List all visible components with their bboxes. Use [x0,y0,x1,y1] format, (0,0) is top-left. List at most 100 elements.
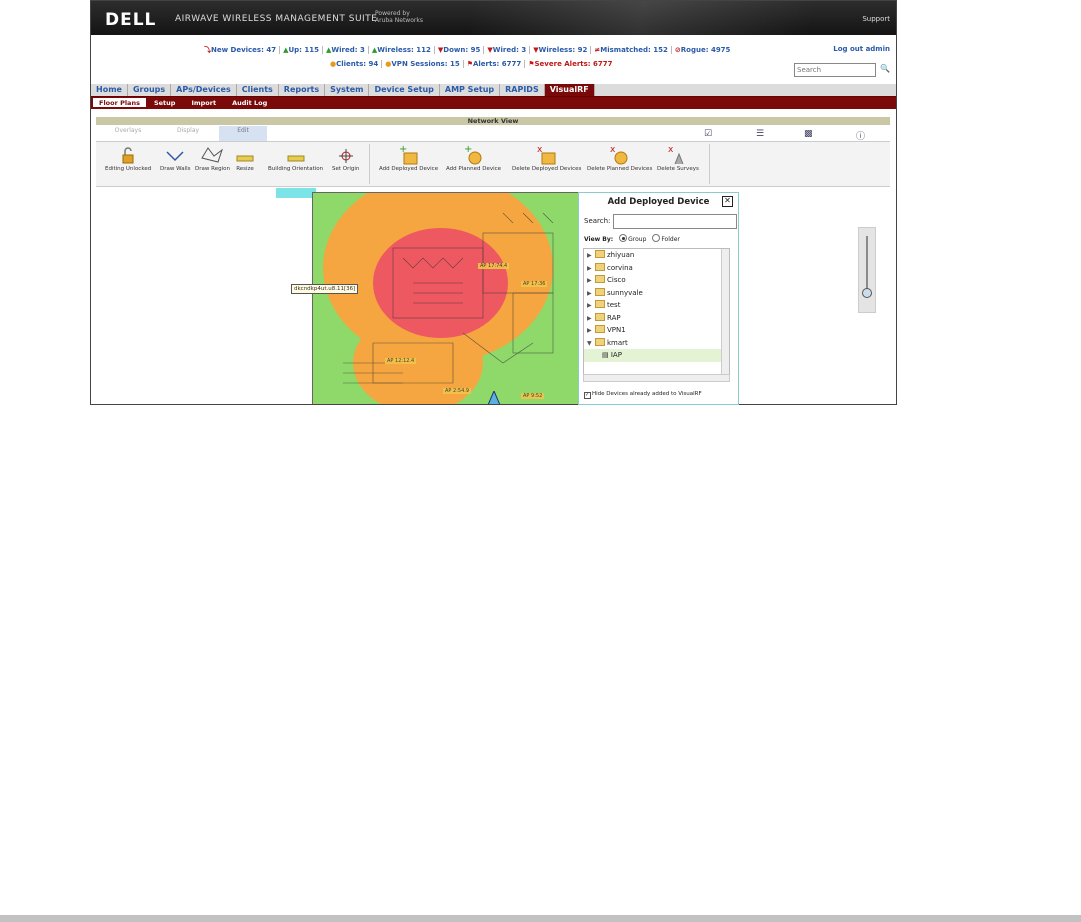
stat-new-devices[interactable]: ⤵New Devices: 47 [201,46,281,54]
tree-horizontal-scrollbar[interactable] [583,374,730,382]
tab-visualrf[interactable]: VisualRF [544,84,595,96]
refresh-icon[interactable]: ☑ [704,129,712,139]
stat-clients[interactable]: ●Clients: 94 [327,60,383,68]
resize-button[interactable]: Resize [236,144,254,172]
tree-item-iap[interactable]: ▤ IAP [584,349,729,362]
stat-up[interactable]: ▲Up: 115 [280,46,324,54]
group-radio[interactable] [619,234,628,242]
stat-up-wireless[interactable]: ▲Wireless: 112 [368,46,435,54]
floor-plan-canvas[interactable]: AP 17:74.4 AP 17:36 AP 12:12.4 AP 2:54.9… [96,187,890,404]
tool-label: Resize [236,166,254,172]
global-search-input[interactable] [794,63,876,77]
svg-text:x: x [668,145,674,155]
tab-overlays[interactable]: Overlays [104,126,152,141]
dialog-search-input[interactable] [613,214,737,229]
expand-arrow-icon[interactable]: ▶ [587,300,593,313]
zoom-handle[interactable] [862,288,872,298]
help-icon[interactable]: ⓘ [856,129,865,142]
folder-radio[interactable] [652,234,661,242]
stat-down[interactable]: ▼Down: 95 [434,46,485,54]
ap-label[interactable]: AP 2:54.9 [443,388,472,394]
delete-surveys-button[interactable]: x Delete Surveys [657,144,699,172]
support-link[interactable]: Support [862,15,890,23]
tab-clients[interactable]: Clients [237,84,279,96]
tab-reports[interactable]: Reports [279,84,326,96]
stat-vpn-sessions[interactable]: ●VPN Sessions: 15 [382,60,464,68]
folder-radio-label: Folder [661,236,680,243]
tree-item[interactable]: ▶ zhiyuan [584,249,729,262]
add-deployed-device-button[interactable]: + Add Deployed Device [379,144,438,172]
tree-item[interactable]: ▶ Cisco [584,274,729,287]
subtab-import[interactable]: Import [183,97,224,109]
delete-planned-devices-button[interactable]: x Delete Planned Devices [587,144,652,172]
export-icon[interactable]: ▩ [804,129,813,139]
stat-up-wireless-label: Wireless: 112 [377,46,431,54]
zoom-track[interactable] [866,236,868,292]
stat-rogue[interactable]: ⊘Rogue: 4975 [672,46,734,54]
subtab-audit-log[interactable]: Audit Log [224,97,275,109]
powered-by-line1: Powered by [375,10,410,17]
tool-label: Delete Surveys [657,166,699,172]
app-header: DELL AIRWAVE WIRELESS MANAGEMENT SUITE P… [91,1,896,35]
stat-severe-alerts[interactable]: ⚑Severe Alerts: 6777 [525,60,615,68]
stat-down-wired[interactable]: ▼Wired: 3 [484,46,531,54]
ap-label[interactable]: AP 17:74.4 [478,263,510,269]
folder-icon [595,300,605,308]
ap-label[interactable]: AP 17:36 [521,281,548,287]
tree-item[interactable]: ▶ VPN1 [584,324,729,337]
tab-home[interactable]: Home [91,84,128,96]
suite-title: AIRWAVE WIRELESS MANAGEMENT SUITE [175,14,378,24]
subtab-setup[interactable]: Setup [146,97,183,109]
tab-aps-devices[interactable]: APs/Devices [171,84,237,96]
tab-device-setup[interactable]: Device Setup [369,84,440,96]
hide-devices-label: Hide Devices already added to VisualRF [592,391,702,397]
tab-groups[interactable]: Groups [128,84,172,96]
stat-mismatched[interactable]: ≠Mismatched: 152 [591,46,672,54]
collapse-arrow-icon[interactable]: ▼ [587,338,593,351]
stat-alerts[interactable]: ⚑Alerts: 6777 [463,60,526,68]
stat-vpn-label: VPN Sessions: 15 [391,60,460,68]
search-icon[interactable]: 🔍 [880,64,890,73]
status-row-2: ●Clients: 94 ●VPN Sessions: 15 ⚑Alerts: 67… [327,60,616,68]
stat-down-wireless[interactable]: ▼Wireless: 92 [530,46,592,54]
tree-item-label: IAP [610,351,622,359]
hide-devices-option[interactable]: ✓ Hide Devices already added to VisualRF [584,391,702,399]
expand-arrow-icon[interactable]: ▶ [587,250,593,263]
stat-up-label: Up: 115 [288,46,320,54]
set-origin-button[interactable]: Set Origin [332,144,359,172]
list-icon[interactable]: ☰ [756,129,764,139]
folder-icon [595,325,605,333]
expand-arrow-icon[interactable]: ▶ [587,275,593,288]
tab-system[interactable]: System [325,84,370,96]
floor-plan-image[interactable]: AP 17:74.4 AP 17:36 AP 12:12.4 AP 2:54.9… [312,192,592,405]
tab-rapids[interactable]: RAPIDS [500,84,545,96]
tree-item[interactable]: ▼ kmart [584,337,729,350]
tree-item[interactable]: ▶ corvina [584,262,729,275]
logout-link[interactable]: Log out admin [833,45,890,53]
draw-walls-button[interactable]: Draw Walls [160,144,191,172]
close-icon[interactable]: ✕ [722,196,733,207]
tree-item[interactable]: ▶ sunnyvale [584,287,729,300]
stat-up-wired[interactable]: ▲Wired: 3 [323,46,369,54]
zoom-slider[interactable] [858,227,876,313]
stat-up-wired-label: Wired: 3 [331,46,365,54]
add-planned-device-button[interactable]: + Add Planned Device [446,144,501,172]
tab-amp-setup[interactable]: AMP Setup [440,84,501,96]
stat-severe-alerts-label: Severe Alerts: 6777 [534,60,613,68]
tree-scrollbar[interactable] [721,249,729,374]
access-point-marker-icon[interactable] [488,391,500,405]
subtab-floor-plans[interactable]: Floor Plans [93,98,146,107]
folder-icon [595,262,605,271]
building-orientation-button[interactable]: Building Orientation [268,144,323,172]
ap-label[interactable]: AP 9:52 [521,393,545,399]
tree-item[interactable]: ▶ test [584,299,729,312]
tree-item[interactable]: ▶ RAP [584,312,729,325]
draw-region-button[interactable]: Draw Region [195,144,230,172]
tab-display[interactable]: Display [164,126,212,141]
delete-deployed-devices-button[interactable]: x Delete Deployed Devices [512,144,581,172]
tab-edit[interactable]: Edit [219,126,267,141]
editing-unlocked-button[interactable]: Editing Unlocked [105,144,151,172]
checkbox-checked-icon[interactable]: ✓ [584,392,591,399]
expand-arrow-icon[interactable]: ▶ [587,325,593,338]
ap-label[interactable]: AP 12:12.4 [385,358,417,364]
